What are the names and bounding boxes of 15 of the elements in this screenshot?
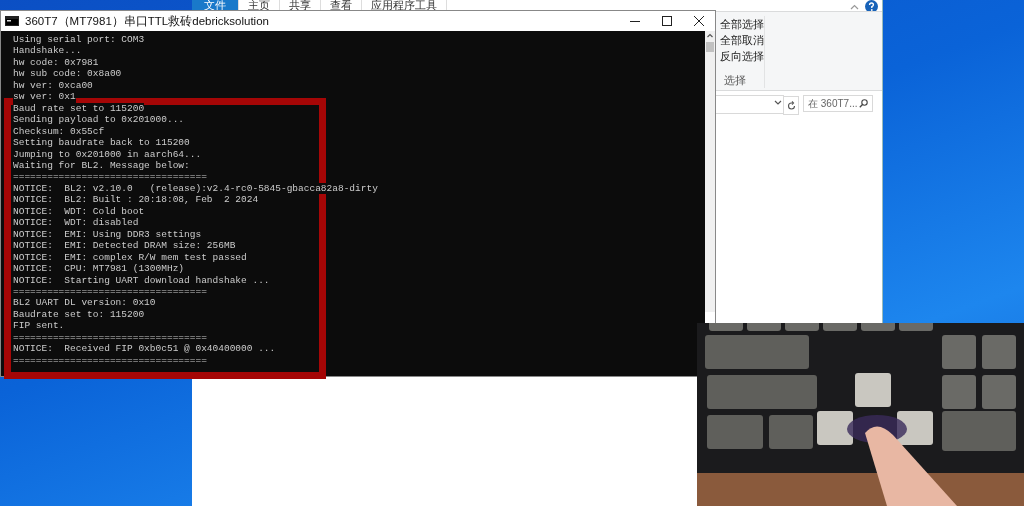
group-label: 选择 [724, 73, 747, 88]
ribbon-command[interactable]: 全部选择 [720, 16, 764, 32]
search-field[interactable]: 在 360T7... [803, 95, 873, 112]
scroll-up-icon[interactable] [705, 31, 715, 40]
window-title: 360T7（MT7981）串口TTL救砖debricksolution [25, 13, 269, 29]
scroll-thumb[interactable] [706, 42, 714, 52]
ribbon-command[interactable]: 反向选择 [720, 48, 764, 64]
refresh-icon [786, 100, 796, 111]
ribbon-command[interactable]: 全部取消 [720, 32, 764, 48]
search-icon [859, 99, 868, 108]
dropdown-icon[interactable] [774, 100, 782, 105]
refresh-button[interactable] [783, 96, 799, 115]
collapse-ribbon-icon[interactable] [850, 3, 859, 10]
scrollbar[interactable] [705, 52, 715, 312]
console-icon [5, 16, 19, 26]
